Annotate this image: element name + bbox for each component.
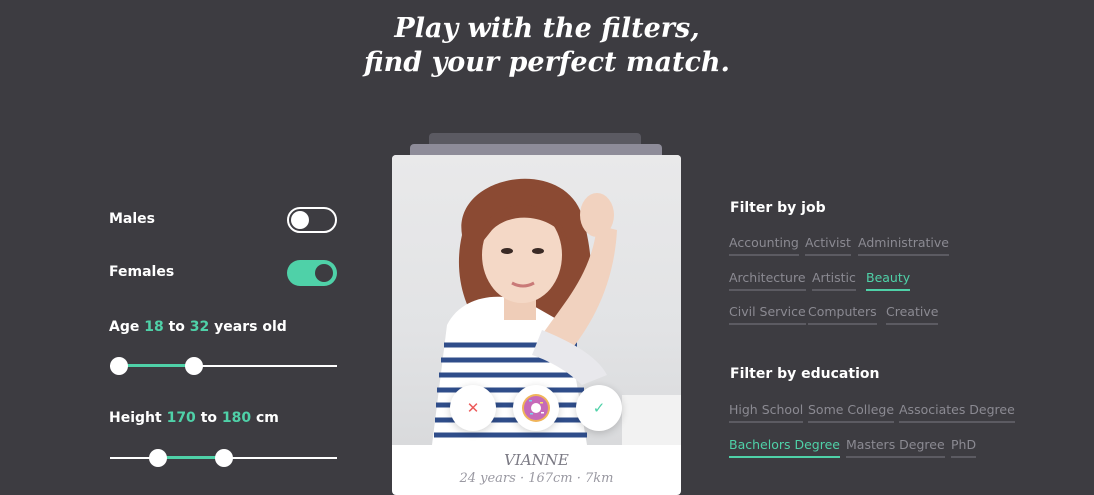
age-connector: to <box>168 319 185 335</box>
age-min-value: 18 <box>144 319 164 335</box>
age-range-label: Age 18 to 32 years old <box>109 319 287 335</box>
profile-photo: ✕ ✓ <box>392 155 681 445</box>
donut-icon <box>522 394 550 422</box>
job-tag[interactable]: Beauty <box>866 270 911 291</box>
education-tag[interactable]: Bachelors Degree <box>729 437 840 458</box>
job-tag[interactable]: Creative <box>886 304 939 325</box>
height-min-value: 170 <box>166 410 196 426</box>
super-like-button[interactable] <box>513 385 559 431</box>
profile-name: VIANNE <box>504 451 569 469</box>
job-tag[interactable]: Activist <box>805 235 851 256</box>
job-tag[interactable]: Civil Service <box>729 304 806 325</box>
height-slider[interactable] <box>110 448 337 468</box>
height-min-handle[interactable] <box>148 449 167 467</box>
education-filter-title: Filter by education <box>730 366 880 382</box>
close-icon: ✕ <box>466 399 480 417</box>
job-tag[interactable]: Administrative <box>858 235 949 256</box>
height-connector: to <box>200 410 217 426</box>
education-tag[interactable]: High School <box>729 402 804 423</box>
headline-line-1: Play with the filters, <box>394 13 700 44</box>
accept-button[interactable]: ✓ <box>576 385 622 431</box>
profile-meta: 24 years · 167cm · 7km <box>459 471 614 486</box>
height-max-handle[interactable] <box>214 449 233 467</box>
slider-range-fill <box>157 456 224 459</box>
males-filter: Males <box>109 207 337 235</box>
job-tag[interactable]: Artistic <box>812 270 856 291</box>
height-max-value: 180 <box>221 410 252 426</box>
age-max-handle[interactable] <box>184 357 203 375</box>
age-prefix: Age <box>109 319 140 335</box>
females-label: Females <box>109 264 175 280</box>
males-label: Males <box>109 211 156 227</box>
males-toggle[interactable] <box>287 207 337 233</box>
slider-range-fill <box>119 364 194 367</box>
education-tag[interactable]: Masters Degree <box>846 437 945 458</box>
height-prefix: Height <box>109 410 162 426</box>
headline-line-2: find your perfect match. <box>364 47 730 78</box>
females-toggle[interactable] <box>287 260 337 286</box>
check-icon: ✓ <box>592 399 606 417</box>
job-tag[interactable]: Computers <box>808 304 877 325</box>
education-tag[interactable]: PhD <box>951 437 977 458</box>
headline: Play with the filters, find your perfect… <box>0 12 1094 80</box>
reject-button[interactable]: ✕ <box>450 385 496 431</box>
height-range-label: Height 170 to 180 cm <box>109 410 279 426</box>
age-slider[interactable] <box>110 356 337 376</box>
job-tag[interactable]: Accounting <box>729 235 799 256</box>
profile-card[interactable]: ✕ ✓ VIANNE 24 years · 167cm · 7km <box>392 155 681 495</box>
age-min-handle[interactable] <box>110 357 129 375</box>
job-tag[interactable]: Architecture <box>729 270 806 291</box>
age-suffix: years old <box>214 319 287 335</box>
education-tag[interactable]: Associates Degree <box>899 402 1015 423</box>
age-max-value: 32 <box>189 319 210 335</box>
toggle-knob <box>291 211 309 229</box>
height-suffix: cm <box>255 410 279 426</box>
females-filter: Females <box>109 260 337 288</box>
education-tag[interactable]: Some College <box>808 402 895 423</box>
job-filter-title: Filter by job <box>730 200 826 216</box>
toggle-knob <box>315 264 333 282</box>
